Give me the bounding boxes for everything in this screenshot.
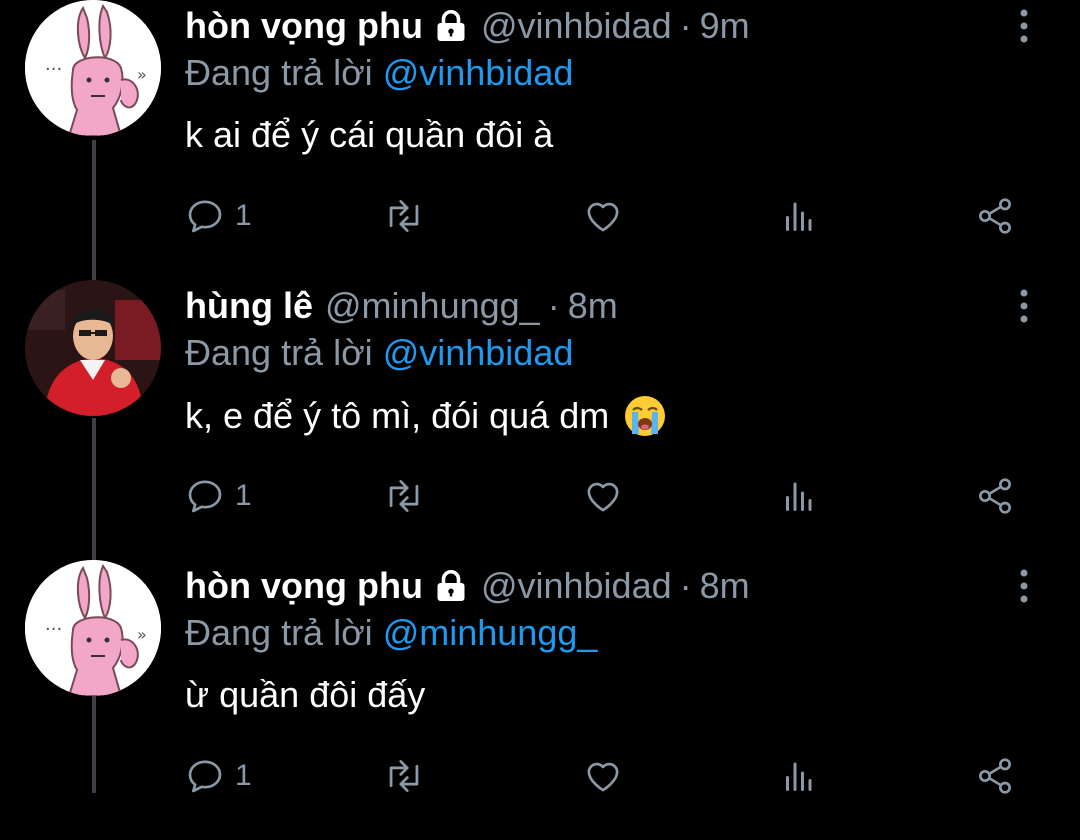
lock-icon — [433, 8, 469, 44]
avatar[interactable]: ... » — [25, 0, 161, 136]
share-icon — [979, 758, 1011, 794]
tweet-text-content: k, e để ý tô mì, đói quá dm — [185, 395, 610, 436]
mention-link[interactable]: @vinhbidad — [383, 52, 574, 93]
reply-button[interactable]: 1 — [185, 192, 252, 240]
tweet[interactable]: ... » hòn vọng phu @vinhbidad · 8m Đang … — [0, 560, 1080, 840]
tweet-text: k ai để ý cái quần đôi à — [185, 114, 553, 156]
svg-text:»: » — [137, 625, 147, 644]
stats-icon — [786, 482, 812, 511]
replying-prefix: Đang trả lời — [185, 612, 373, 653]
reply-icon — [188, 200, 222, 233]
replying-prefix: Đang trả lời — [185, 332, 373, 373]
tweet-header: hùng lê @minhungg_ · 8m — [185, 282, 618, 330]
share-icon — [979, 198, 1011, 234]
separator: · — [679, 565, 692, 606]
reply-icon — [188, 760, 222, 793]
share-button[interactable] — [975, 192, 1015, 240]
svg-text:...: ... — [45, 54, 62, 75]
username[interactable]: @vinhbidad — [481, 565, 672, 607]
more-vertical-icon[interactable] — [1012, 566, 1036, 606]
photo-avatar-icon — [25, 280, 161, 416]
timestamp[interactable]: 8m — [568, 285, 618, 327]
tweet-header: hòn vọng phu @vinhbidad · 9m — [185, 2, 750, 50]
like-icon — [587, 762, 619, 792]
more-vertical-icon[interactable] — [1012, 286, 1036, 326]
stats-icon — [786, 202, 812, 231]
mention-link[interactable]: @vinhbidad — [383, 332, 574, 373]
retweet-button[interactable] — [383, 192, 425, 240]
action-bar: 1 — [185, 192, 1035, 240]
retweet-button[interactable] — [383, 472, 425, 520]
replying-to: Đang trả lời @minhungg_ — [185, 612, 597, 654]
lock-icon — [433, 568, 469, 604]
bunny-avatar-icon: ... » — [25, 560, 161, 696]
avatar[interactable]: ... » — [25, 560, 161, 696]
retweet-icon — [389, 480, 419, 512]
tweet[interactable]: ... » hòn vọng phu @vinhbidad · 9m Đang … — [0, 0, 1080, 280]
tweet-header: hòn vọng phu @vinhbidad · 8m — [185, 562, 750, 610]
more-vertical-icon[interactable] — [1012, 6, 1036, 46]
separator: · — [679, 5, 692, 46]
tweet-text: ừ quần đôi đấy — [185, 674, 425, 716]
replying-to: Đang trả lời @vinhbidad — [185, 332, 573, 374]
reply-count: 1 — [235, 199, 252, 232]
replying-to: Đang trả lời @vinhbidad — [185, 52, 573, 94]
tweet-text-content: k ai để ý cái quần đôi à — [185, 114, 554, 155]
tweet-text-content: ừ quần đôi đấy — [185, 674, 426, 715]
reply-count: 1 — [235, 759, 252, 792]
like-icon — [587, 202, 619, 232]
avatar[interactable] — [25, 280, 161, 416]
display-name[interactable]: hòn vọng phu — [185, 565, 423, 607]
timestamp[interactable]: 9m — [700, 5, 750, 47]
share-icon — [979, 478, 1011, 514]
replying-prefix: Đang trả lời — [185, 52, 373, 93]
timestamp[interactable]: 8m — [700, 565, 750, 607]
share-button[interactable] — [975, 472, 1015, 520]
bunny-avatar-icon: ... » — [25, 0, 161, 136]
stats-button[interactable] — [780, 472, 816, 520]
reply-count: 1 — [235, 479, 252, 512]
like-button[interactable] — [583, 192, 623, 240]
username[interactable]: @minhungg_ — [325, 285, 540, 327]
display-name[interactable]: hòn vọng phu — [185, 5, 423, 47]
display-name[interactable]: hùng lê — [185, 285, 313, 327]
reply-button[interactable]: 1 — [185, 472, 252, 520]
reply-icon — [188, 480, 222, 513]
retweet-icon — [389, 760, 419, 792]
action-bar: 1 — [185, 472, 1035, 520]
loudly-crying-face-icon — [623, 394, 667, 438]
like-icon — [587, 482, 619, 512]
stats-icon — [786, 762, 812, 791]
retweet-icon — [389, 200, 419, 232]
stats-button[interactable] — [780, 192, 816, 240]
svg-text:»: » — [137, 65, 147, 84]
mention-link[interactable]: @minhungg_ — [383, 612, 598, 653]
tweet[interactable]: hùng lê @minhungg_ · 8m Đang trả lời @vi… — [0, 280, 1080, 560]
tweet-text: k, e để ý tô mì, đói quá dm — [185, 394, 667, 438]
like-button[interactable] — [583, 472, 623, 520]
svg-text:...: ... — [45, 614, 62, 635]
username[interactable]: @vinhbidad — [481, 5, 672, 47]
separator: · — [547, 285, 560, 326]
